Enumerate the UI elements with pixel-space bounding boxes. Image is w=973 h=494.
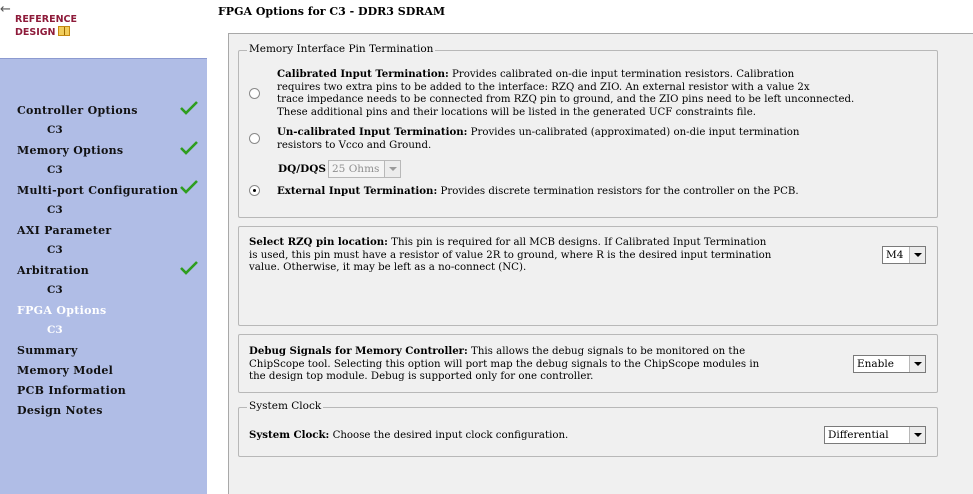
system-clock-legend: System Clock xyxy=(247,400,324,412)
external-termination-text: External Input Termination: Provides dis… xyxy=(277,185,799,197)
sidebar-item-summary[interactable]: Summary xyxy=(17,344,78,357)
logo-line1: REFERENCE xyxy=(15,14,78,25)
back-arrow-icon[interactable]: ← xyxy=(0,2,11,17)
termination-legend: Memory Interface Pin Termination xyxy=(247,43,436,55)
debug-signals-select[interactable]: Enable xyxy=(853,355,926,373)
rzq-description: Select RZQ pin location: This pin is req… xyxy=(249,236,772,274)
system-clock-title: System Clock: xyxy=(249,429,330,441)
dqdqs-select[interactable]: 25 Ohms xyxy=(328,160,401,178)
sidebar-subitem-c3[interactable]: C3 xyxy=(47,204,63,216)
external-termination-radio[interactable] xyxy=(249,185,260,196)
sidebar-subitem-c3[interactable]: C3 xyxy=(47,244,63,256)
sidebar-subitem-c3[interactable]: C3 xyxy=(47,124,63,136)
check-icon xyxy=(180,261,198,275)
page-title: FPGA Options for C3 - DDR3 SDRAM xyxy=(218,5,446,18)
sidebar-item-controller-options[interactable]: Controller Options xyxy=(17,104,138,117)
chevron-down-icon xyxy=(909,356,925,372)
sidebar-item-arbitration[interactable]: Arbitration xyxy=(17,264,89,277)
sidebar-item-axi-parameter[interactable]: AXI Parameter xyxy=(17,224,111,237)
check-icon xyxy=(180,141,198,155)
reference-design-logo: REFERENCE DESIGN xyxy=(15,14,77,39)
sidebar-item-memory-options[interactable]: Memory Options xyxy=(17,144,123,157)
sidebar-subitem-c3[interactable]: C3 xyxy=(47,284,63,296)
external-termination-title: External Input Termination: xyxy=(277,185,438,197)
scrollbar[interactable] xyxy=(952,34,973,494)
sidebar-subitem-c3[interactable]: C3 xyxy=(47,324,63,336)
system-clock-select[interactable]: Differential xyxy=(824,426,926,444)
chevron-down-icon xyxy=(909,247,925,263)
calibrated-termination-title: Calibrated Input Termination: xyxy=(277,68,449,80)
sidebar-item-design-notes[interactable]: Design Notes xyxy=(17,404,103,417)
check-icon xyxy=(180,101,198,115)
sidebar-subitem-c3[interactable]: C3 xyxy=(47,164,63,176)
debug-title: Debug Signals for Memory Controller: xyxy=(249,345,468,357)
sidebar-item-pcb-information[interactable]: PCB Information xyxy=(17,384,126,397)
uncalibrated-termination-text: Un-calibrated Input Termination: Provide… xyxy=(277,126,800,151)
chevron-down-icon xyxy=(384,161,400,177)
sidebar-header: ← REFERENCE DESIGN xyxy=(0,0,207,58)
rzq-pin-select[interactable]: M4 xyxy=(882,246,926,264)
check-icon xyxy=(180,180,198,194)
sidebar-item-multi-port-configuration[interactable]: Multi-port Configuration xyxy=(17,184,178,197)
calibrated-termination-radio[interactable] xyxy=(249,88,260,99)
debug-description: Debug Signals for Memory Controller: Thi… xyxy=(249,345,760,383)
uncalibrated-termination-title: Un-calibrated Input Termination: xyxy=(277,126,468,138)
calibrated-termination-text: Calibrated Input Termination: Provides c… xyxy=(277,68,855,118)
sidebar-item-memory-model[interactable]: Memory Model xyxy=(17,364,113,377)
sidebar-item-fpga-options[interactable]: FPGA Options xyxy=(17,304,107,317)
rzq-title: Select RZQ pin location: xyxy=(249,236,388,248)
chevron-down-icon xyxy=(909,427,925,443)
system-clock-description: System Clock: Choose the desired input c… xyxy=(249,429,569,441)
uncalibrated-termination-radio[interactable] xyxy=(249,133,260,144)
sidebar: Controller Options C3 Memory Options C3 … xyxy=(0,58,207,494)
logo-line2: DESIGN xyxy=(15,27,56,38)
book-icon xyxy=(57,26,70,36)
dqdqs-label: DQ/DQS xyxy=(278,163,326,175)
